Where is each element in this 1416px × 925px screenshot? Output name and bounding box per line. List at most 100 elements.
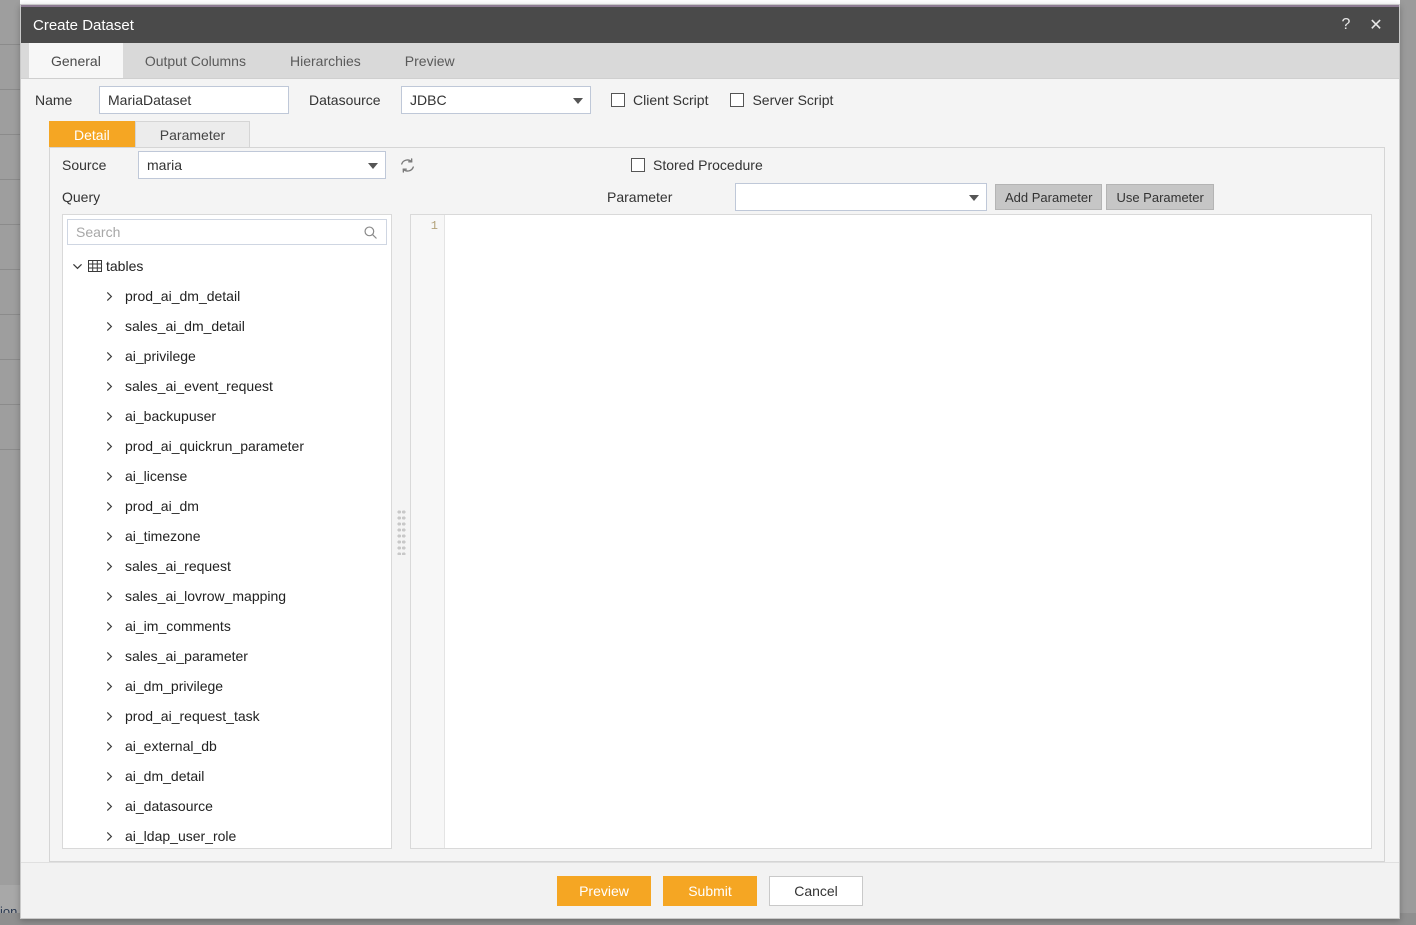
tree-item[interactable]: ai_datasource — [63, 791, 391, 821]
help-icon[interactable]: ? — [1331, 10, 1361, 40]
stored-procedure-checkbox-box[interactable] — [631, 158, 645, 172]
server-script-checkbox[interactable]: Server Script — [730, 92, 833, 108]
background-sidebar-row — [0, 0, 20, 45]
chevron-right-icon[interactable] — [103, 560, 116, 573]
query-split-area: tables prod_ai_dm_detail sales_ai_dm_deta… — [50, 214, 1384, 861]
chevron-right-icon[interactable] — [103, 830, 116, 843]
tree-item[interactable]: ai_timezone — [63, 521, 391, 551]
tree-item-label: prod_ai_quickrun_parameter — [125, 438, 304, 454]
tab-preview[interactable]: Preview — [383, 43, 477, 78]
tree-item[interactable]: prod_ai_dm — [63, 491, 391, 521]
detail-panel: Source maria Query Stored Procedure Para… — [49, 147, 1385, 862]
tree-item[interactable]: ai_license — [63, 461, 391, 491]
tree-item-label: ai_external_db — [125, 738, 217, 754]
chevron-right-icon[interactable] — [103, 680, 116, 693]
tree-node-tables[interactable]: tables — [63, 251, 391, 281]
tree-item[interactable]: ai_dm_detail — [63, 761, 391, 791]
tab-hierarchies[interactable]: Hierarchies — [268, 43, 383, 78]
tree-item[interactable]: sales_ai_event_request — [63, 371, 391, 401]
dialog-title: Create Dataset — [33, 16, 134, 34]
chevron-right-icon[interactable] — [103, 500, 116, 513]
tree-item-label: ai_license — [125, 468, 188, 484]
chevron-right-icon[interactable] — [103, 650, 116, 663]
add-parameter-button[interactable]: Add Parameter — [995, 184, 1103, 210]
tree-item[interactable]: prod_ai_request_task — [63, 701, 391, 731]
tree-item[interactable]: sales_ai_request — [63, 551, 391, 581]
subtab-parameter[interactable]: Parameter — [134, 121, 251, 147]
search-box[interactable] — [67, 219, 387, 245]
use-parameter-button[interactable]: Use Parameter — [1106, 184, 1214, 210]
chevron-right-icon[interactable] — [103, 770, 116, 783]
schema-tree: tables prod_ai_dm_detail sales_ai_dm_deta… — [63, 249, 391, 848]
refresh-icon[interactable] — [396, 154, 418, 176]
tree-item[interactable]: ai_dm_privilege — [63, 671, 391, 701]
tree-item-label: ai_dm_detail — [125, 768, 205, 784]
tree-item[interactable]: sales_ai_dm_detail — [63, 311, 391, 341]
chevron-right-icon[interactable] — [103, 290, 116, 303]
chevron-right-icon[interactable] — [103, 530, 116, 543]
tree-item[interactable]: sales_ai_lovrow_mapping — [63, 581, 391, 611]
preview-button[interactable]: Preview — [557, 875, 651, 906]
search-input[interactable] — [68, 224, 355, 240]
chevron-right-icon[interactable] — [103, 410, 116, 423]
tree-item-label: sales_ai_request — [125, 558, 231, 574]
stored-procedure-label: Stored Procedure — [653, 157, 763, 173]
splitter-grip-dots[interactable] — [396, 508, 406, 555]
stored-procedure-checkbox[interactable]: Stored Procedure — [631, 157, 763, 173]
tree-item-label: sales_ai_event_request — [125, 378, 273, 394]
tree-item[interactable]: ai_im_comments — [63, 611, 391, 641]
dialog-titlebar: Create Dataset ? ✕ — [21, 5, 1399, 43]
client-script-checkbox[interactable]: Client Script — [611, 92, 708, 108]
background-sidebar-row — [0, 90, 20, 135]
tab-general[interactable]: General — [29, 43, 123, 78]
tree-item[interactable]: ai_external_db — [63, 731, 391, 761]
search-wrapper — [63, 215, 391, 249]
chevron-right-icon[interactable] — [103, 590, 116, 603]
tree-item[interactable]: sales_ai_parameter — [63, 641, 391, 671]
name-row: Name Datasource JDBC Client Script Serve… — [21, 79, 1399, 121]
tree-item-label: prod_ai_dm_detail — [125, 288, 241, 304]
tab-output-columns[interactable]: Output Columns — [123, 43, 268, 78]
sql-editor-input[interactable] — [445, 215, 1371, 848]
background-sidebar-row — [0, 45, 20, 90]
chevron-right-icon[interactable] — [103, 380, 116, 393]
dataset-name-input[interactable] — [99, 86, 289, 114]
name-label: Name — [35, 92, 73, 108]
submit-button[interactable]: Submit — [663, 875, 757, 906]
dialog-footer: Preview Submit Cancel — [21, 862, 1399, 918]
search-icon[interactable] — [355, 225, 386, 240]
background-sidebar-row — [0, 405, 20, 450]
source-select[interactable]: maria — [138, 151, 386, 179]
cancel-button[interactable]: Cancel — [769, 875, 863, 906]
background-right-edge — [1400, 0, 1416, 925]
sql-editor-pane: 1 — [410, 214, 1372, 849]
tree-item[interactable]: prod_ai_quickrun_parameter — [63, 431, 391, 461]
tree-item[interactable]: prod_ai_dm_detail — [63, 281, 391, 311]
client-script-checkbox-box[interactable] — [611, 93, 625, 107]
chevron-down-icon[interactable] — [71, 260, 84, 273]
close-icon[interactable]: ✕ — [1361, 10, 1391, 40]
server-script-label: Server Script — [752, 92, 834, 108]
query-label: Query — [62, 189, 101, 205]
chevron-right-icon[interactable] — [103, 710, 116, 723]
chevron-right-icon[interactable] — [103, 350, 116, 363]
server-script-checkbox-box[interactable] — [730, 93, 745, 107]
tree-item[interactable]: ai_privilege — [63, 341, 391, 371]
tree-item[interactable]: ai_backupuser — [63, 401, 391, 431]
subtab-detail[interactable]: Detail — [49, 121, 135, 147]
chevron-right-icon[interactable] — [103, 620, 116, 633]
chevron-right-icon[interactable] — [103, 740, 116, 753]
pane-splitter[interactable] — [392, 214, 410, 849]
parameter-select[interactable] — [735, 183, 987, 211]
chevron-right-icon[interactable] — [103, 800, 116, 813]
background-sidebar — [0, 0, 20, 925]
chevron-right-icon[interactable] — [103, 320, 116, 333]
query-row: Query — [62, 184, 607, 210]
chevron-right-icon[interactable] — [103, 440, 116, 453]
background-sidebar-row — [0, 180, 20, 225]
tree-item-label: ai_im_comments — [125, 618, 231, 634]
tree-item[interactable]: ai_ldap_user_role — [63, 821, 391, 848]
datasource-select[interactable]: JDBC — [401, 86, 591, 114]
chevron-right-icon[interactable] — [103, 470, 116, 483]
tree-item-label: sales_ai_parameter — [125, 648, 248, 664]
